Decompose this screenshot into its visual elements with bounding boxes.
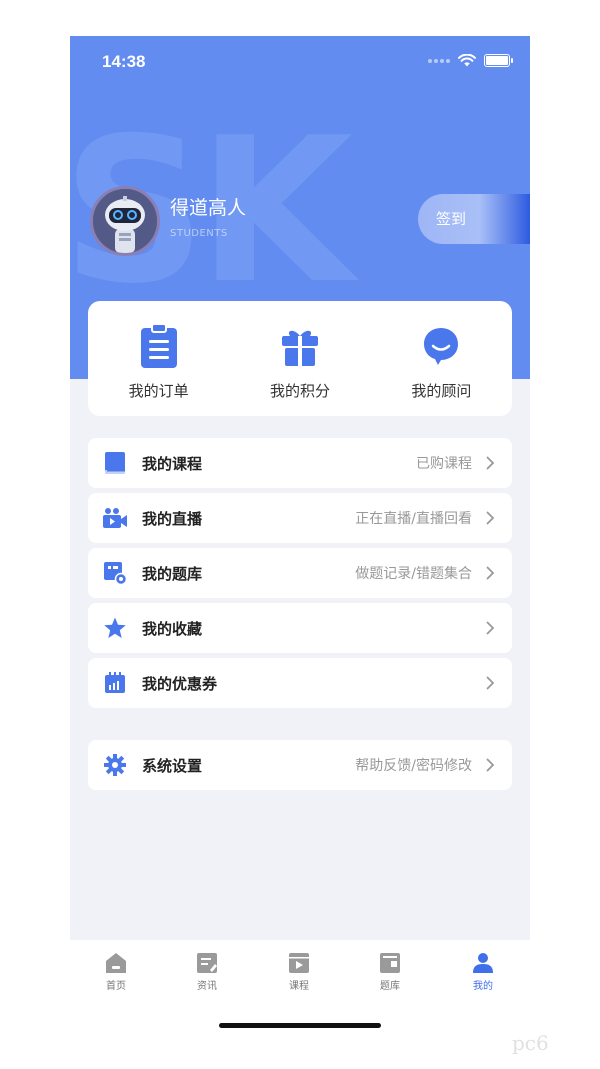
wifi-icon bbox=[458, 54, 476, 67]
gear-icon bbox=[102, 752, 128, 778]
status-indicators bbox=[428, 54, 513, 67]
book-icon bbox=[102, 450, 128, 476]
quick-action-label: 我的订单 bbox=[128, 382, 189, 400]
battery-icon bbox=[484, 54, 513, 67]
tab-label: 我的 bbox=[473, 981, 493, 992]
menu-item-detail: 帮助反馈/密码修改 bbox=[355, 758, 472, 774]
signin-button[interactable]: 签到 bbox=[418, 194, 530, 244]
tab-label: 课程 bbox=[289, 981, 309, 992]
home-icon bbox=[106, 953, 126, 973]
chat-bubble-icon bbox=[419, 324, 463, 368]
gift-icon bbox=[278, 324, 322, 368]
phone-screen: SK 14:38 得道高人 STUDENTS 签到 我的订单 我的积分 我的顾问… bbox=[70, 36, 530, 1036]
menu-item-courses[interactable]: 我的课程 已购课程 bbox=[88, 438, 512, 488]
person-icon bbox=[473, 953, 493, 973]
tab-profile[interactable]: 我的 bbox=[453, 952, 513, 992]
quick-action-label: 我的顾问 bbox=[411, 382, 472, 400]
tab-home[interactable]: 首页 bbox=[86, 952, 146, 992]
quick-action-points[interactable]: 我的积分 bbox=[229, 301, 370, 416]
tab-label: 资讯 bbox=[197, 981, 217, 992]
chevron-right-icon bbox=[478, 616, 502, 640]
star-icon bbox=[102, 615, 128, 641]
chevron-right-icon bbox=[478, 753, 502, 777]
menu-item-live[interactable]: 我的直播 正在直播/直播回看 bbox=[88, 493, 512, 543]
chevron-right-icon bbox=[478, 451, 502, 475]
menu-item-question-bank[interactable]: 我的题库 做题记录/错题集合 bbox=[88, 548, 512, 598]
clipboard-icon bbox=[137, 324, 181, 368]
menu-item-detail: 做题记录/错题集合 bbox=[355, 566, 472, 582]
robot-avatar-icon bbox=[93, 189, 157, 253]
menu-item-label: 我的优惠券 bbox=[142, 674, 218, 693]
calendar-coupon-icon bbox=[102, 670, 128, 696]
menu-item-label: 我的课程 bbox=[142, 454, 203, 473]
play-video-icon bbox=[289, 953, 309, 973]
news-icon bbox=[197, 953, 217, 973]
status-time: 14:38 bbox=[102, 52, 146, 71]
tab-label: 首页 bbox=[106, 981, 126, 992]
menu-item-label: 我的收藏 bbox=[142, 619, 203, 638]
menu-item-label: 我的题库 bbox=[142, 564, 203, 583]
video-camera-icon bbox=[102, 505, 128, 531]
tab-question-bank[interactable]: 题库 bbox=[360, 952, 420, 992]
quick-action-orders[interactable]: 我的订单 bbox=[88, 301, 229, 416]
menu-item-coupons[interactable]: 我的优惠券 bbox=[88, 658, 512, 708]
tab-news[interactable]: 资讯 bbox=[177, 952, 237, 992]
bottom-tab-bar: 首页 资讯 课程 题库 我的 bbox=[70, 940, 530, 1036]
quick-action-advisor[interactable]: 我的顾问 bbox=[371, 301, 512, 416]
question-bank-icon bbox=[102, 560, 128, 586]
tab-label: 题库 bbox=[380, 981, 400, 992]
question-bank-tab-icon bbox=[380, 953, 400, 973]
chevron-right-icon bbox=[478, 506, 502, 530]
menu-item-detail: 已购课程 bbox=[416, 456, 472, 472]
home-indicator[interactable] bbox=[219, 1023, 381, 1028]
menu-item-favorites[interactable]: 我的收藏 bbox=[88, 603, 512, 653]
signal-icon bbox=[428, 58, 450, 63]
username: 得道高人 bbox=[170, 197, 247, 219]
menu-item-detail: 正在直播/直播回看 bbox=[355, 511, 472, 527]
quick-actions-card: 我的订单 我的积分 我的顾问 bbox=[88, 301, 512, 416]
quick-action-label: 我的积分 bbox=[269, 382, 330, 400]
chevron-right-icon bbox=[478, 561, 502, 585]
user-role: STUDENTS bbox=[170, 228, 228, 239]
menu-item-label: 系统设置 bbox=[142, 756, 203, 775]
tab-courses[interactable]: 课程 bbox=[269, 952, 329, 992]
pc6-watermark-logo: pc6 bbox=[512, 1031, 549, 1055]
menu-item-label: 我的直播 bbox=[142, 509, 203, 528]
menu-item-settings[interactable]: 系统设置 帮助反馈/密码修改 bbox=[88, 740, 512, 790]
avatar[interactable] bbox=[90, 186, 160, 256]
chevron-right-icon bbox=[478, 671, 502, 695]
